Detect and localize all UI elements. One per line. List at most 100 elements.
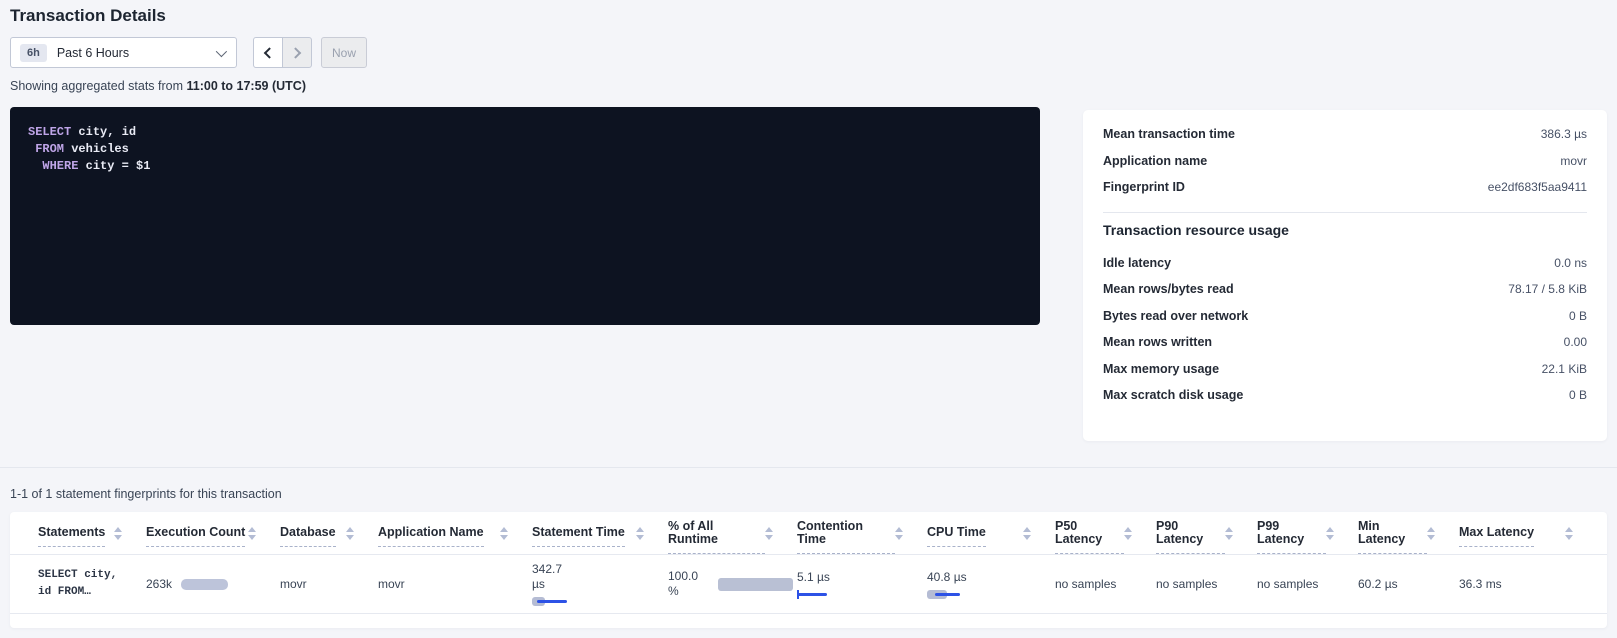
column-header-percent-runtime[interactable]: % of All Runtime bbox=[668, 512, 797, 554]
database-value: movr bbox=[280, 577, 307, 591]
column-label: % of All Runtime bbox=[668, 520, 765, 554]
cell-p90-latency: no samples bbox=[1156, 555, 1257, 613]
application-name-value: movr bbox=[378, 577, 405, 591]
sort-icon[interactable] bbox=[765, 527, 773, 540]
summary-value: 0.00 bbox=[1564, 335, 1587, 349]
cell-statement: SELECT city, id FROM… bbox=[38, 555, 146, 613]
column-header-min-latency[interactable]: Min Latency bbox=[1358, 512, 1459, 554]
divider bbox=[0, 467, 1617, 468]
summary-label: Mean transaction time bbox=[1103, 127, 1235, 141]
sort-icon[interactable] bbox=[346, 527, 354, 540]
column-header-p90-latency[interactable]: P90 Latency bbox=[1156, 512, 1257, 554]
sql-keyword: SELECT bbox=[28, 125, 71, 139]
column-label: Application Name bbox=[378, 526, 484, 547]
statement-text-line: id FROM… bbox=[38, 584, 117, 601]
resource-usage-heading: Transaction resource usage bbox=[1103, 222, 1587, 238]
sort-icon[interactable] bbox=[248, 527, 256, 540]
execution-count-value: 263k bbox=[146, 577, 172, 591]
sort-icon[interactable] bbox=[1124, 527, 1132, 540]
aggregated-stats-caption: Showing aggregated stats from 11:00 to 1… bbox=[10, 79, 306, 93]
summary-value: movr bbox=[1560, 154, 1587, 168]
sort-icon[interactable] bbox=[1326, 527, 1334, 540]
prev-range-button[interactable] bbox=[253, 37, 283, 68]
summary-label: Idle latency bbox=[1103, 256, 1171, 270]
cell-p99-latency: no samples bbox=[1257, 555, 1358, 613]
sql-keyword: WHERE bbox=[28, 159, 78, 173]
summary-row: Idle latency 0.0 ns bbox=[1103, 250, 1587, 277]
column-label: P50 Latency bbox=[1055, 520, 1124, 554]
sort-icon[interactable] bbox=[1565, 527, 1573, 540]
column-label: Database bbox=[280, 526, 336, 547]
summary-value: 386.3 µs bbox=[1541, 127, 1587, 141]
column-header-application-name[interactable]: Application Name bbox=[378, 512, 532, 554]
contention-time-value: 5.1 µs bbox=[797, 570, 830, 584]
statement-time-bar bbox=[532, 597, 567, 606]
summary-row: Max memory usage 22.1 KiB bbox=[1103, 356, 1587, 383]
sort-icon[interactable] bbox=[500, 527, 508, 540]
statement-text-line: SELECT city, bbox=[38, 567, 117, 584]
summary-row: Mean transaction time 386.3 µs bbox=[1103, 121, 1587, 148]
cell-percent-runtime: 100.0 % bbox=[668, 555, 797, 613]
column-label: Min Latency bbox=[1358, 520, 1427, 554]
sql-text: vehicles bbox=[64, 142, 129, 156]
cpu-time-value: 40.8 µs bbox=[927, 570, 973, 585]
time-controls: 6h Past 6 Hours Now bbox=[10, 37, 367, 68]
time-range-dropdown[interactable]: 6h Past 6 Hours bbox=[10, 37, 237, 68]
column-header-contention-time[interactable]: Contention Time bbox=[797, 512, 927, 554]
time-range-badge: 6h bbox=[20, 44, 47, 62]
cell-database: movr bbox=[280, 555, 378, 613]
sort-icon[interactable] bbox=[114, 527, 122, 540]
column-header-statements[interactable]: Statements bbox=[38, 512, 146, 554]
cell-execution-count: 263k bbox=[146, 555, 280, 613]
contention-time-bar bbox=[797, 590, 827, 599]
min-latency-value: 60.2 µs bbox=[1358, 577, 1398, 591]
summary-label: Mean rows/bytes read bbox=[1103, 282, 1234, 296]
summary-row: Mean rows/bytes read 78.17 / 5.8 KiB bbox=[1103, 276, 1587, 303]
column-header-p50-latency[interactable]: P50 Latency bbox=[1055, 512, 1156, 554]
sort-icon[interactable] bbox=[1023, 527, 1031, 540]
summary-value: ee2df683f5aa9411 bbox=[1488, 180, 1587, 194]
sort-icon[interactable] bbox=[1225, 527, 1233, 540]
sql-keyword: FROM bbox=[28, 142, 64, 156]
column-header-max-latency[interactable]: Max Latency bbox=[1459, 512, 1597, 554]
column-header-p99-latency[interactable]: P99 Latency bbox=[1257, 512, 1358, 554]
sort-icon[interactable] bbox=[895, 527, 903, 540]
statement-link[interactable]: SELECT city, id FROM… bbox=[38, 567, 117, 601]
statement-time-value: 342.7 µs bbox=[532, 562, 578, 592]
sql-text: city = $1 bbox=[78, 159, 150, 173]
column-header-execution-count[interactable]: Execution Count bbox=[146, 512, 280, 554]
column-label: Statements bbox=[38, 526, 105, 547]
summary-label: Application name bbox=[1103, 154, 1207, 168]
sort-icon[interactable] bbox=[636, 527, 644, 540]
sql-line: WHERE city = $1 bbox=[28, 158, 1022, 175]
cell-min-latency: 60.2 µs bbox=[1358, 555, 1459, 613]
cell-application-name: movr bbox=[378, 555, 532, 613]
divider bbox=[1103, 212, 1587, 213]
cell-max-latency: 36.3 ms bbox=[1459, 555, 1597, 613]
caption-range: 11:00 to 17:59 (UTC) bbox=[187, 79, 306, 93]
now-button[interactable]: Now bbox=[321, 37, 367, 68]
summary-value: 78.17 / 5.8 KiB bbox=[1508, 282, 1587, 296]
sql-line: SELECT city, id bbox=[28, 124, 1022, 141]
column-label: Statement Time bbox=[532, 526, 625, 547]
summary-label: Max scratch disk usage bbox=[1103, 388, 1243, 402]
summary-row: Fingerprint ID ee2df683f5aa9411 bbox=[1103, 174, 1587, 201]
summary-value: 0 B bbox=[1569, 388, 1587, 402]
summary-label: Max memory usage bbox=[1103, 362, 1219, 376]
column-header-cpu-time[interactable]: CPU Time bbox=[927, 512, 1055, 554]
sql-text: city, id bbox=[71, 125, 136, 139]
sort-icon[interactable] bbox=[1427, 527, 1435, 540]
time-range-label: Past 6 Hours bbox=[57, 46, 129, 60]
summary-label: Mean rows written bbox=[1103, 335, 1212, 349]
column-header-statement-time[interactable]: Statement Time bbox=[532, 512, 668, 554]
p90-latency-value: no samples bbox=[1156, 577, 1217, 591]
percent-runtime-bar bbox=[718, 578, 793, 591]
cpu-time-bar bbox=[927, 590, 960, 599]
percent-runtime-value: 100.0 % bbox=[668, 569, 708, 599]
chevron-right-icon bbox=[290, 47, 301, 58]
summary-row: Bytes read over network 0 B bbox=[1103, 303, 1587, 330]
column-header-database[interactable]: Database bbox=[280, 512, 378, 554]
p50-latency-value: no samples bbox=[1055, 577, 1116, 591]
column-label: P99 Latency bbox=[1257, 520, 1326, 554]
next-range-button[interactable] bbox=[282, 37, 312, 68]
